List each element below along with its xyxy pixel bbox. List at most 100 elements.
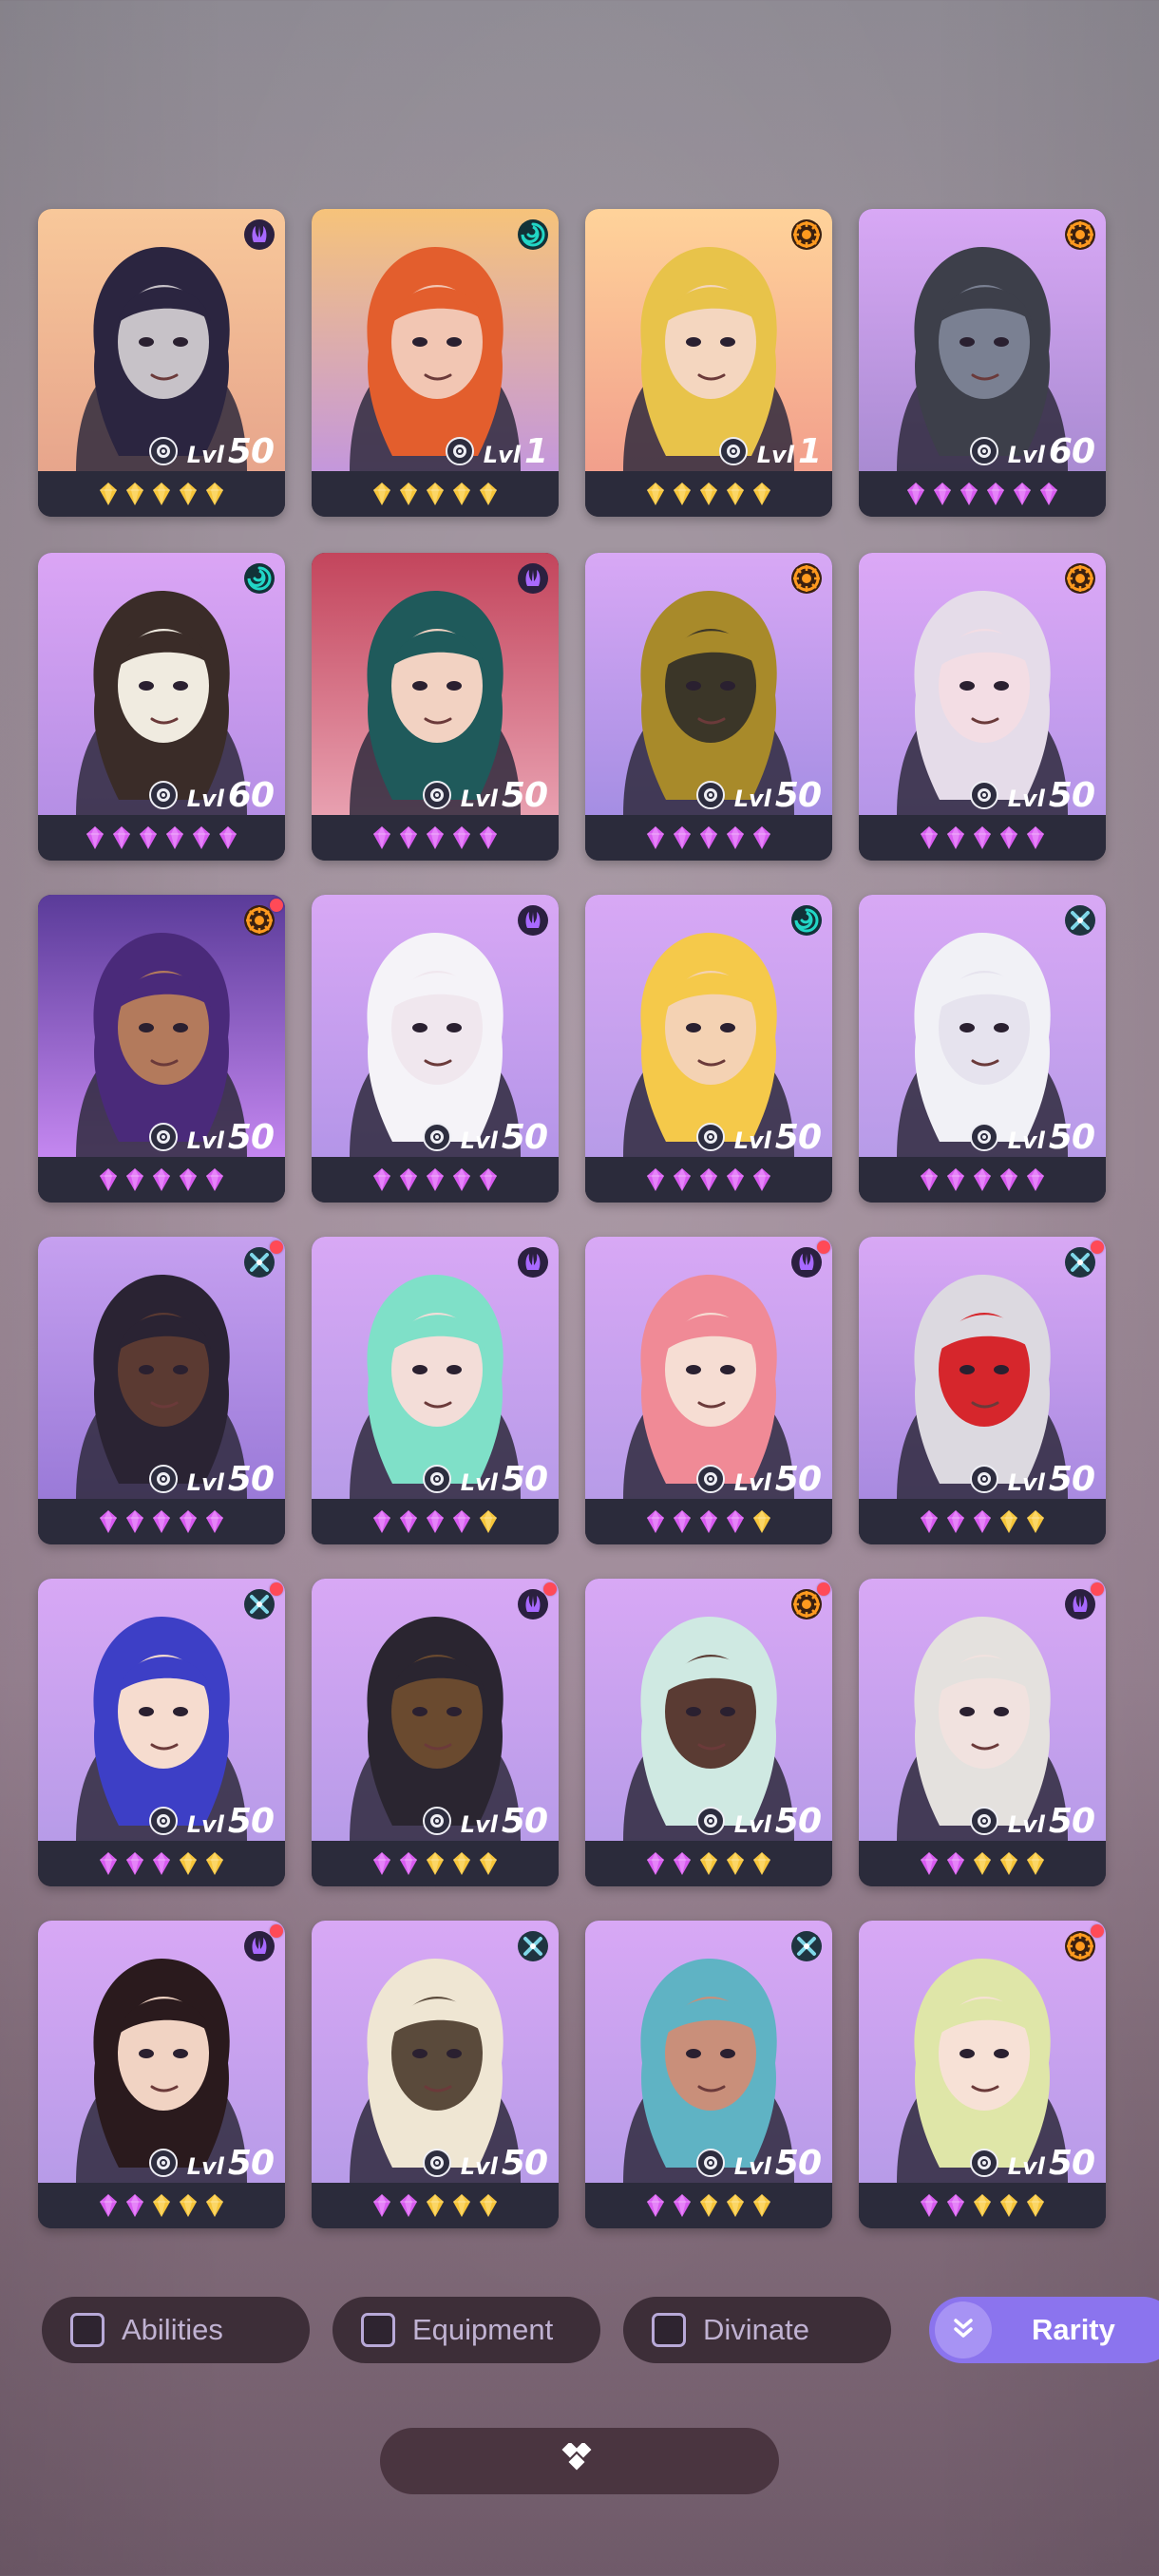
level-label: Lvl xyxy=(1007,1810,1045,1838)
wind-class-icon xyxy=(787,900,826,940)
purple-gem-icon xyxy=(399,825,418,850)
hero-grid: Lvl 50 Lvl 1 Lvl 1 Lvl 60 Lvl 60 Lvl 50 … xyxy=(38,209,1112,2232)
level-value: 50 xyxy=(1048,1117,1095,1157)
filter-divinate[interactable]: Divinate xyxy=(623,2297,891,2363)
equipment-icon xyxy=(969,437,998,465)
purple-gem-icon xyxy=(452,825,471,850)
purple-gem-icon xyxy=(726,1509,745,1534)
hero-card[interactable]: Lvl 50 xyxy=(312,1921,559,2228)
hero-card[interactable]: Lvl 50 xyxy=(585,895,832,1203)
purple-gem-icon xyxy=(192,825,211,850)
level-label: Lvl xyxy=(483,441,521,468)
hero-card[interactable]: Lvl 1 xyxy=(585,209,832,517)
hero-card[interactable]: Lvl 50 xyxy=(38,1921,285,2228)
hero-card[interactable]: Lvl 1 xyxy=(312,209,559,517)
purple-gem-icon xyxy=(673,2193,692,2218)
level-label: Lvl xyxy=(733,1127,771,1154)
purple-gem-icon xyxy=(179,1509,198,1534)
hero-card[interactable]: Lvl 50 xyxy=(38,209,285,517)
hero-card[interactable]: Lvl 50 xyxy=(859,895,1106,1203)
gold-gem-icon xyxy=(205,1851,224,1876)
hero-level-bar: Lvl 50 xyxy=(859,1459,1106,1499)
rarity-gems xyxy=(585,2183,832,2228)
rarity-gems xyxy=(859,1841,1106,1886)
gold-gem-icon xyxy=(699,2193,718,2218)
rarity-gems xyxy=(585,1841,832,1886)
hero-card[interactable]: Lvl 50 xyxy=(312,553,559,861)
purple-gem-icon xyxy=(372,1167,391,1192)
purple-gem-icon xyxy=(646,2193,665,2218)
rarity-gems xyxy=(585,815,832,861)
level-label: Lvl xyxy=(733,1468,771,1496)
divinate-checkbox[interactable] xyxy=(652,2313,686,2347)
level-label: Lvl xyxy=(460,1468,498,1496)
hero-card[interactable]: Lvl 50 xyxy=(859,1579,1106,1886)
level-label: Lvl xyxy=(733,1810,771,1838)
gold-gem-icon xyxy=(99,482,118,506)
level-value: 50 xyxy=(774,1117,822,1157)
rarity-gems xyxy=(312,2183,559,2228)
abilities-checkbox[interactable] xyxy=(70,2313,104,2347)
hero-card[interactable]: Lvl 60 xyxy=(859,209,1106,517)
level-value: 50 xyxy=(501,1801,548,1841)
chevron-double-down-icon xyxy=(935,2301,992,2358)
hero-card[interactable]: Lvl 60 xyxy=(38,553,285,861)
hero-card[interactable]: Lvl 50 xyxy=(38,895,285,1203)
gold-gem-icon xyxy=(699,482,718,506)
hero-card[interactable]: Lvl 50 xyxy=(312,1579,559,1886)
gold-gem-icon xyxy=(479,2193,498,2218)
hero-card[interactable]: Lvl 50 xyxy=(585,553,832,861)
divinate-label: Divinate xyxy=(703,2313,809,2346)
filter-abilities[interactable]: Abilities xyxy=(42,2297,310,2363)
rarity-gems xyxy=(38,471,285,517)
gold-gem-icon xyxy=(205,2193,224,2218)
purple-gem-icon xyxy=(726,1167,745,1192)
rarity-gems xyxy=(859,815,1106,861)
hero-level: Lvl 60 xyxy=(187,776,275,815)
rarity-gems xyxy=(859,1499,1106,1544)
purple-gem-icon xyxy=(399,1851,418,1876)
equipment-icon xyxy=(969,1123,998,1151)
notification-dot xyxy=(270,899,283,912)
hero-level: Lvl 50 xyxy=(461,1801,548,1841)
equipment-icon xyxy=(695,781,725,809)
gold-gem-icon xyxy=(999,2193,1018,2218)
hero-level: Lvl 50 xyxy=(1008,776,1095,815)
hero-level-bar: Lvl 50 xyxy=(585,1459,832,1499)
equipment-icon xyxy=(695,2149,725,2177)
expand-panel-button[interactable] xyxy=(380,2428,779,2494)
equipment-icon xyxy=(695,1465,725,1493)
purple-gem-icon xyxy=(933,482,952,506)
rarity-sort-button[interactable]: Rarity xyxy=(929,2297,1159,2363)
equipment-checkbox[interactable] xyxy=(361,2313,395,2347)
hero-card[interactable]: Lvl 50 xyxy=(859,553,1106,861)
purple-gem-icon xyxy=(986,482,1005,506)
purple-gem-icon xyxy=(99,1851,118,1876)
rarity-gems xyxy=(585,471,832,517)
purple-gem-icon xyxy=(372,1509,391,1534)
hero-card[interactable]: Lvl 50 xyxy=(38,1579,285,1886)
hero-card[interactable]: Lvl 50 xyxy=(585,1237,832,1544)
gold-gem-icon xyxy=(399,482,418,506)
purple-gem-icon xyxy=(165,825,184,850)
purple-gem-icon xyxy=(646,1167,665,1192)
hero-card[interactable]: Lvl 50 xyxy=(312,1237,559,1544)
frost-class-icon xyxy=(787,1926,826,1966)
purple-gem-icon xyxy=(399,2193,418,2218)
equipment-icon xyxy=(422,1123,451,1151)
hero-card[interactable]: Lvl 50 xyxy=(859,1237,1106,1544)
rarity-gems xyxy=(38,1157,285,1203)
hero-card[interactable]: Lvl 50 xyxy=(312,895,559,1203)
gold-gem-icon xyxy=(179,482,198,506)
hero-card[interactable]: Lvl 50 xyxy=(859,1921,1106,2228)
equipment-icon xyxy=(422,2149,451,2177)
hero-card[interactable]: Lvl 50 xyxy=(585,1921,832,2228)
purple-gem-icon xyxy=(1026,825,1045,850)
hero-card[interactable]: Lvl 50 xyxy=(585,1579,832,1886)
level-value: 50 xyxy=(227,2143,275,2183)
hero-card[interactable]: Lvl 50 xyxy=(38,1237,285,1544)
purple-gem-icon xyxy=(152,1167,171,1192)
filter-equipment[interactable]: Equipment xyxy=(332,2297,600,2363)
rarity-gems xyxy=(585,1499,832,1544)
fire-class-icon xyxy=(1060,215,1100,255)
